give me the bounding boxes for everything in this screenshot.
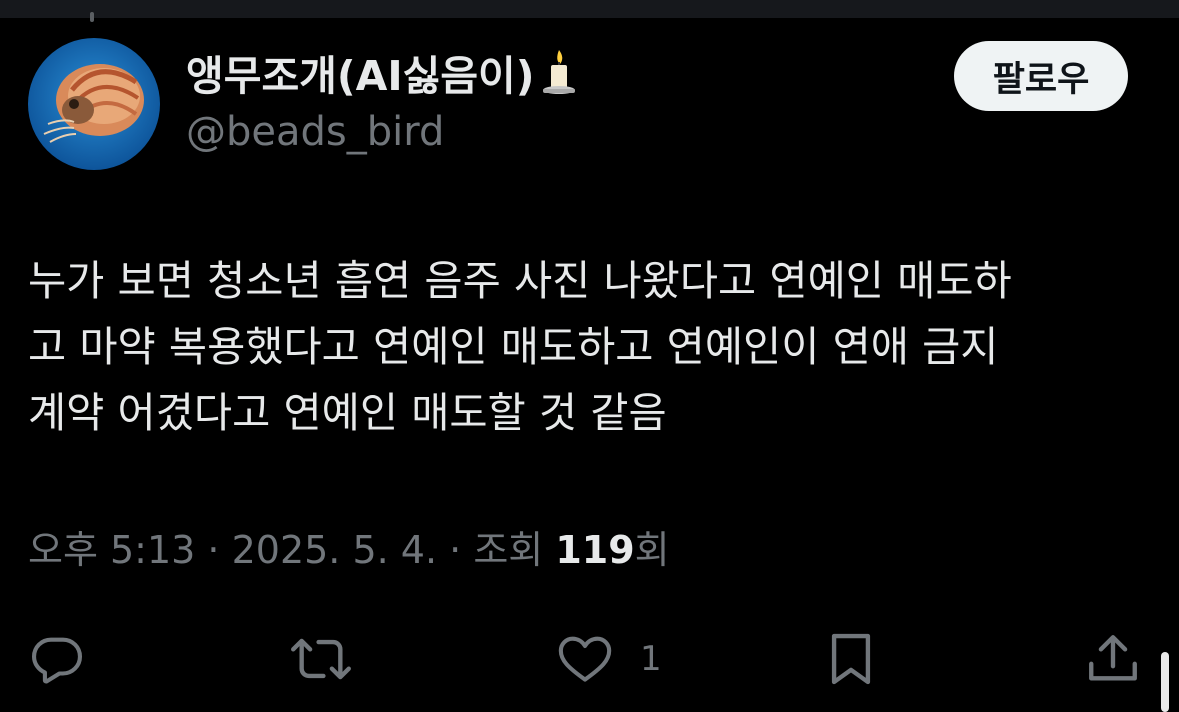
like-count: 1 xyxy=(640,639,662,679)
tweet-text-line: 고 마약 복용했다고 연예인 매도하고 연예인이 연애 금지 xyxy=(28,322,999,371)
tweet-text-line: 계약 어겼다고 연예인 매도할 것 같음 xyxy=(28,388,667,437)
views-count: 119 xyxy=(555,528,635,572)
heart-icon xyxy=(558,636,612,682)
bookmark-button[interactable] xyxy=(826,628,876,690)
reply-button[interactable] xyxy=(28,628,86,690)
candle-icon xyxy=(539,48,579,107)
display-name[interactable]: 앵무조개(AI싫음이) xyxy=(186,48,579,107)
tweet-meta: 오후 5:13 · 2025. 5. 4. · 조회 119회 xyxy=(28,528,670,574)
top-bar-handle xyxy=(90,12,94,22)
meta-separator: · xyxy=(437,528,474,572)
views-label: 조회 xyxy=(473,528,556,572)
views-suffix: 회 xyxy=(634,528,670,572)
nautilus-avatar-image xyxy=(28,38,160,170)
share-button[interactable] xyxy=(1084,628,1142,690)
user-handle[interactable]: @beads_bird xyxy=(186,108,444,156)
bookmark-icon xyxy=(831,633,871,685)
avatar[interactable] xyxy=(28,38,160,170)
top-bar xyxy=(0,0,1179,22)
tweet-date[interactable]: 2025. 5. 4. xyxy=(232,528,437,572)
display-name-text: 앵무조개(AI싫음이) xyxy=(186,52,535,100)
tweet-time[interactable]: 오후 5:13 xyxy=(28,528,195,572)
follow-button[interactable]: 팔로우 xyxy=(954,41,1128,111)
tweet-text: 누가 보면 청소년 흡연 음주 사진 나왔다고 연예인 매도하 고 마약 복용했… xyxy=(28,248,1156,446)
meta-separator: · xyxy=(195,528,232,572)
reply-icon xyxy=(31,637,83,684)
like-button[interactable]: 1 xyxy=(556,628,662,690)
retweet-icon xyxy=(291,638,351,680)
scrollbar[interactable] xyxy=(1161,652,1169,712)
tweet-text-line: 누가 보면 청소년 흡연 음주 사진 나왔다고 연예인 매도하 xyxy=(28,256,1012,305)
share-icon xyxy=(1089,635,1137,681)
retweet-button[interactable] xyxy=(288,628,354,690)
